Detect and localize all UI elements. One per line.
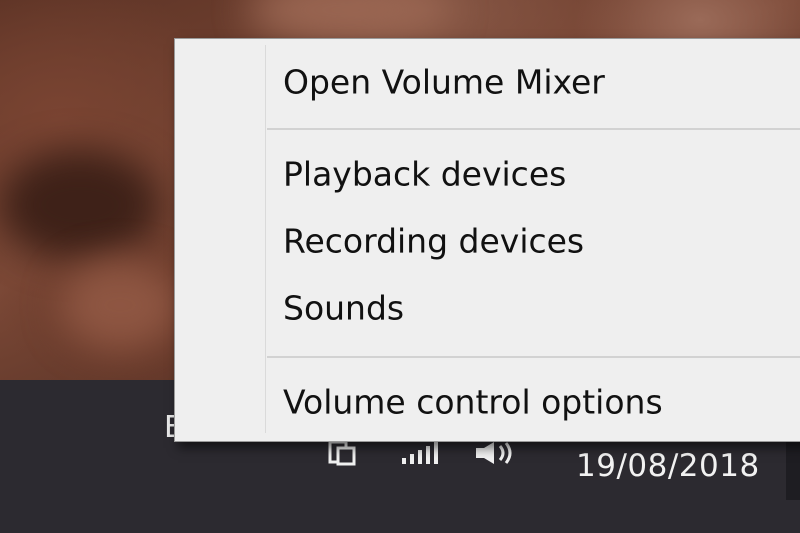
menu-item-playback-devices[interactable]: Playback devices <box>175 145 800 203</box>
wallpaper-blotch <box>0 150 160 260</box>
speaker-volume-icon[interactable] <box>474 440 520 466</box>
menu-separator <box>267 128 800 130</box>
desktop-screen: E 19/08/2018 Open Volume Mixer <box>0 0 800 533</box>
network-signal-icon[interactable] <box>402 440 446 466</box>
menu-item-label: Open Volume Mixer <box>283 62 605 102</box>
menu-item-label: Playback devices <box>283 154 567 194</box>
menu-item-open-volume-mixer[interactable]: Open Volume Mixer <box>175 53 800 111</box>
taskbar-clock-date[interactable]: 19/08/2018 <box>576 448 760 484</box>
wallpaper-blotch <box>250 0 450 40</box>
wallpaper-blotch <box>60 260 180 350</box>
menu-item-volume-control-options[interactable]: Volume control options <box>175 373 800 431</box>
show-desktop-strip[interactable] <box>786 440 800 500</box>
volume-context-menu: Open Volume Mixer Playback devices Recor… <box>174 38 800 442</box>
menu-item-label: Sounds <box>283 288 405 328</box>
menu-separator <box>267 356 800 358</box>
clipboard-icon[interactable] <box>326 440 358 466</box>
menu-item-label: Volume control options <box>283 382 663 422</box>
menu-item-label: Recording devices <box>283 221 585 261</box>
menu-item-sounds[interactable]: Sounds <box>175 279 800 337</box>
menu-item-recording-devices[interactable]: Recording devices <box>175 212 800 270</box>
